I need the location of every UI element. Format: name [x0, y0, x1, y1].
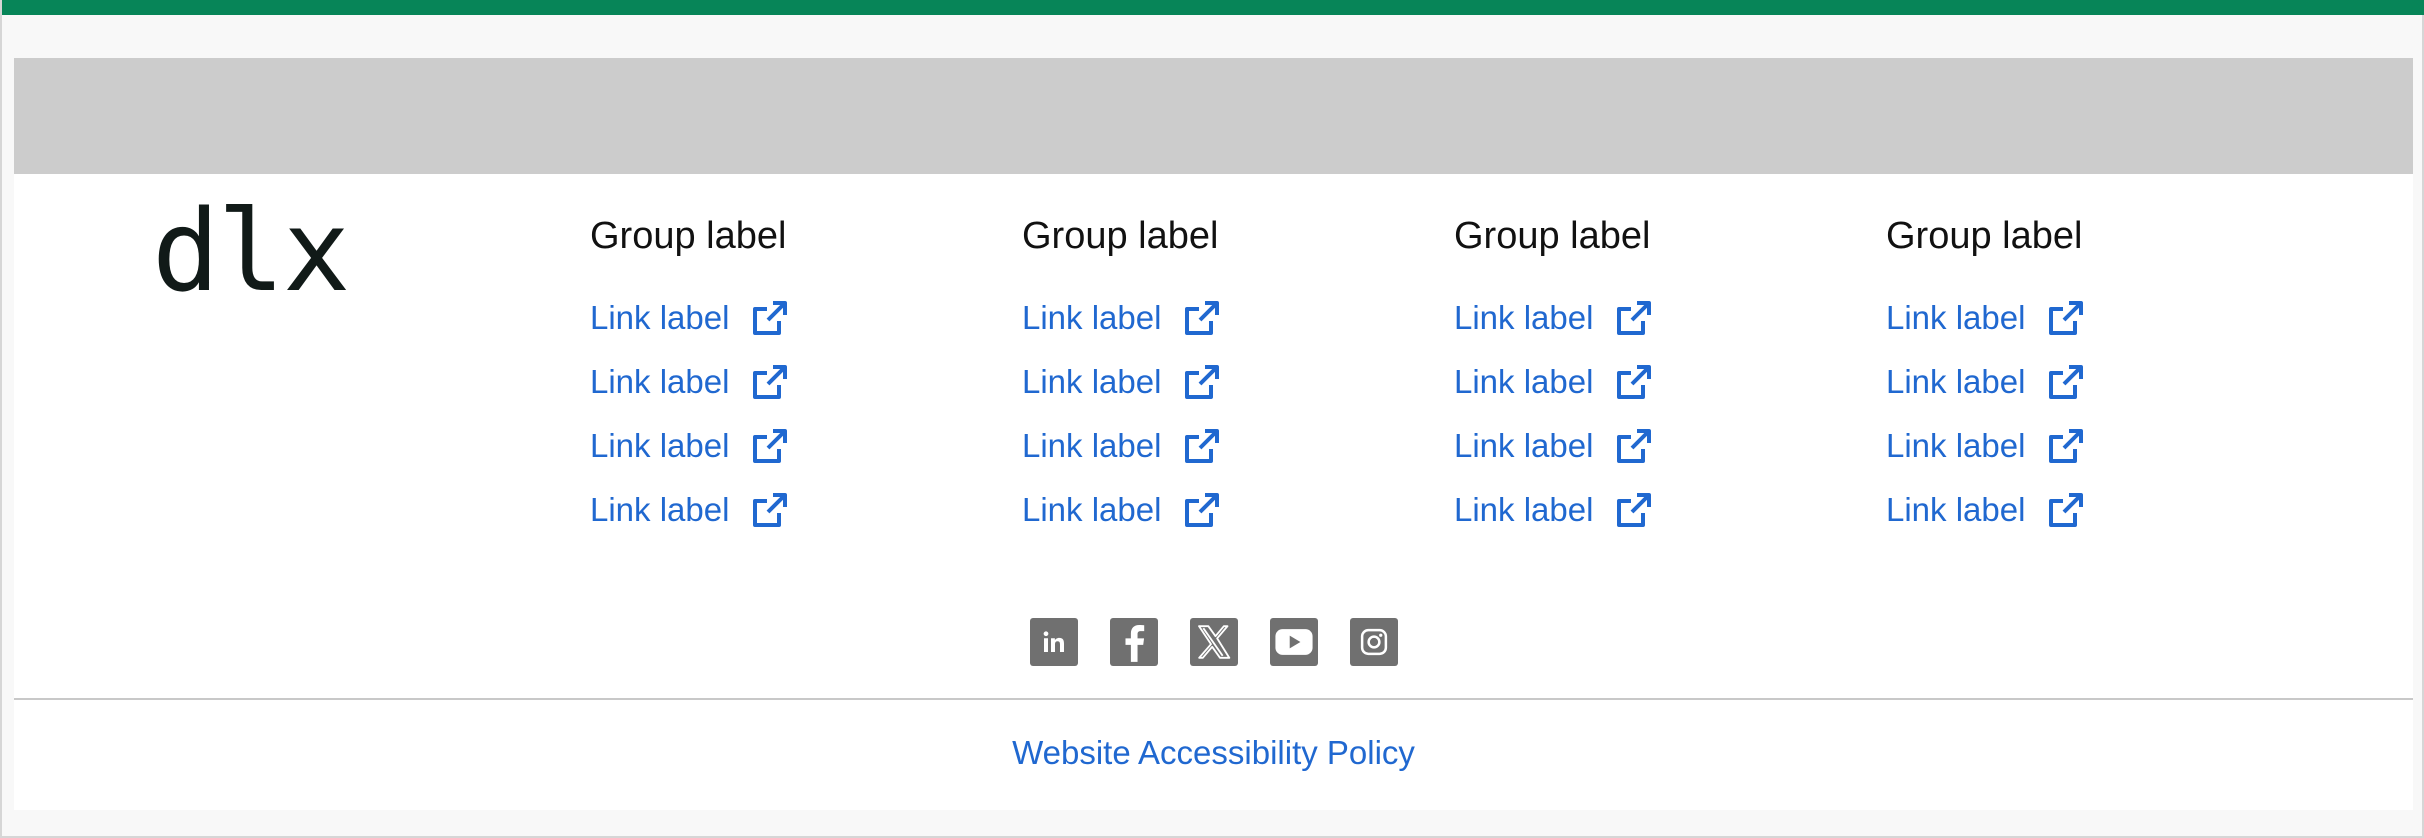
- link-label: Link label: [1454, 491, 1594, 528]
- footer-link[interactable]: Link label: [1454, 350, 1854, 414]
- footer-divider: [14, 698, 2413, 700]
- x-twitter-icon[interactable]: [1189, 618, 1238, 666]
- footer-link[interactable]: Link label: [1886, 286, 2286, 350]
- site-footer: dlx Group label Link label Link label Li…: [14, 174, 2413, 810]
- group-links: Link label Link label Link label Link la…: [1022, 286, 1422, 542]
- link-label: Link label: [1022, 491, 1162, 528]
- policy-row: Website Accessibility Policy: [14, 734, 2413, 772]
- external-link-icon: [1615, 363, 1653, 401]
- external-link-icon: [2047, 491, 2085, 529]
- link-label: Link label: [590, 491, 730, 528]
- link-label: Link label: [1886, 491, 2026, 528]
- footer-group-4: Group label Link label Link label Link l…: [1886, 214, 2286, 542]
- external-link-icon: [2047, 427, 2085, 465]
- external-link-icon: [1615, 299, 1653, 337]
- footer-link[interactable]: Link label: [1454, 478, 1854, 542]
- link-label: Link label: [1886, 363, 2026, 400]
- link-label: Link label: [1022, 363, 1162, 400]
- external-link-icon: [2047, 299, 2085, 337]
- external-link-icon: [1183, 491, 1221, 529]
- external-link-icon: [1183, 427, 1221, 465]
- footer-link[interactable]: Link label: [590, 414, 990, 478]
- footer-group-2: Group label Link label Link label Link l…: [1022, 214, 1422, 542]
- group-links: Link label Link label Link label Link la…: [1454, 286, 1854, 542]
- link-label: Link label: [590, 363, 730, 400]
- footer-link[interactable]: Link label: [590, 286, 990, 350]
- link-label: Link label: [1886, 299, 2026, 336]
- footer-link[interactable]: Link label: [1886, 414, 2286, 478]
- footer-link[interactable]: Link label: [590, 350, 990, 414]
- link-label: Link label: [1454, 299, 1594, 336]
- group-links: Link label Link label Link label Link la…: [590, 286, 990, 542]
- external-link-icon: [1615, 427, 1653, 465]
- footer-link[interactable]: Link label: [1886, 478, 2286, 542]
- logo[interactable]: dlx: [152, 196, 350, 308]
- footer-link[interactable]: Link label: [1022, 286, 1422, 350]
- footer-link[interactable]: Link label: [1886, 350, 2286, 414]
- banner-placeholder: [14, 58, 2413, 174]
- youtube-icon[interactable]: [1269, 618, 1318, 666]
- footer-link[interactable]: Link label: [1022, 350, 1422, 414]
- external-link-icon: [751, 427, 789, 465]
- external-link-icon: [751, 363, 789, 401]
- link-label: Link label: [590, 299, 730, 336]
- external-link-icon: [2047, 363, 2085, 401]
- linkedin-icon[interactable]: [1029, 618, 1078, 666]
- group-links: Link label Link label Link label Link la…: [1886, 286, 2286, 542]
- footer-link[interactable]: Link label: [590, 478, 990, 542]
- page-frame: dlx Group label Link label Link label Li…: [0, 0, 2424, 838]
- footer-group-1: Group label Link label Link label Link l…: [590, 214, 990, 542]
- facebook-icon[interactable]: [1109, 618, 1158, 666]
- link-label: Link label: [1022, 427, 1162, 464]
- footer-link[interactable]: Link label: [1022, 478, 1422, 542]
- group-label: Group label: [590, 215, 787, 257]
- link-label: Link label: [590, 427, 730, 464]
- footer-link[interactable]: Link label: [1022, 414, 1422, 478]
- group-label: Group label: [1022, 215, 1219, 257]
- link-label: Link label: [1454, 363, 1594, 400]
- external-link-icon: [751, 491, 789, 529]
- external-link-icon: [1183, 363, 1221, 401]
- group-label: Group label: [1886, 215, 2083, 257]
- external-link-icon: [751, 299, 789, 337]
- footer-link[interactable]: Link label: [1454, 414, 1854, 478]
- footer-group-3: Group label Link label Link label Link l…: [1454, 214, 1854, 542]
- social-links: [14, 618, 2413, 666]
- footer-link[interactable]: Link label: [1454, 286, 1854, 350]
- instagram-icon[interactable]: [1349, 618, 1398, 666]
- group-label: Group label: [1454, 215, 1651, 257]
- link-label: Link label: [1454, 427, 1594, 464]
- top-accent-bar: [2, 0, 2424, 15]
- link-label: Link label: [1022, 299, 1162, 336]
- external-link-icon: [1183, 299, 1221, 337]
- accessibility-policy-link[interactable]: Website Accessibility Policy: [1012, 734, 1415, 771]
- link-label: Link label: [1886, 427, 2026, 464]
- external-link-icon: [1615, 491, 1653, 529]
